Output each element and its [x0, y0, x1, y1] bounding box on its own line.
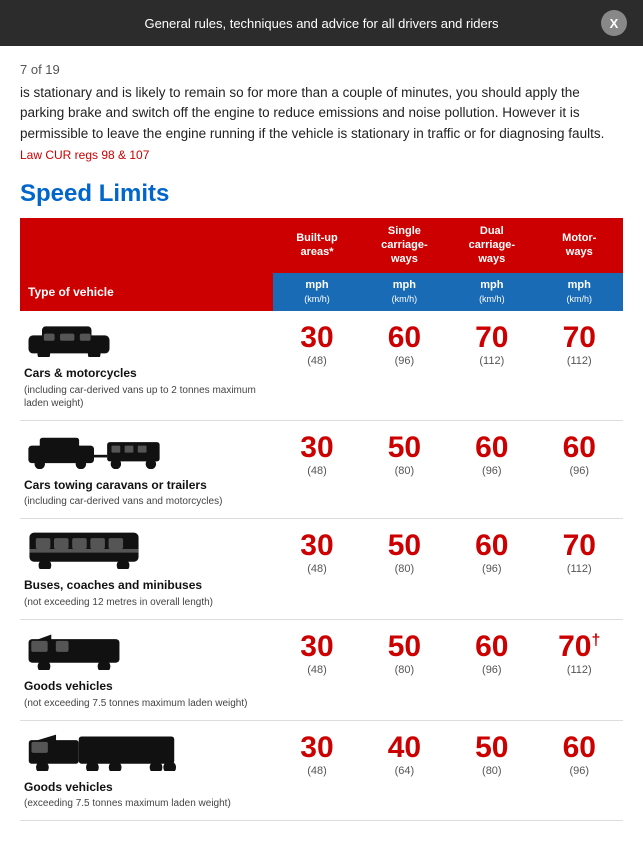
table-row: Cars towing caravans or trailers (includ… — [20, 420, 623, 519]
vehicle-name-3: Goods vehicles — [24, 679, 269, 695]
speed-motorway-4: 60 (96) — [536, 720, 623, 821]
speed-single-0: 60 (96) — [361, 311, 448, 420]
law-reference: Law CUR regs 98 & 107 — [20, 148, 623, 162]
vehicle-icon-2 — [24, 529, 269, 574]
speed-single-1: 50 (80) — [361, 420, 448, 519]
speed-motorway-2: 70 (112) — [536, 519, 623, 620]
col-header-motorway: Motor-ways — [536, 218, 623, 273]
table-row: Goods vehicles (not exceeding 7.5 tonnes… — [20, 620, 623, 721]
table-row: Cars & motorcycles (including car-derive… — [20, 311, 623, 420]
vehicle-icon-1 — [24, 431, 269, 474]
table-row: Goods vehicles (exceeding 7.5 tonnes max… — [20, 720, 623, 821]
vehicle-name-1: Cars towing caravans or trailers — [24, 478, 269, 494]
speed-dual-4: 50 (80) — [448, 720, 535, 821]
unit-motorway: mph(km/h) — [536, 273, 623, 312]
speed-motorway-0: 70 (112) — [536, 311, 623, 420]
unit-builtup: mph(km/h) — [273, 273, 360, 312]
intro-text: is stationary and is likely to remain so… — [20, 83, 623, 144]
vehicle-icon-0 — [24, 321, 269, 362]
vehicle-name-0: Cars & motorcycles — [24, 366, 269, 382]
vehicle-desc-0: (including car-derived vans up to 2 tonn… — [24, 384, 269, 410]
speed-builtup-2: 30 (48) — [273, 519, 360, 620]
speed-builtup-3: 30 (48) — [273, 620, 360, 721]
page-indicator: 7 of 19 — [20, 62, 623, 77]
vehicle-cell-2: Buses, coaches and minibuses (not exceed… — [20, 519, 273, 620]
vehicle-cell-3: Goods vehicles (not exceeding 7.5 tonnes… — [20, 620, 273, 721]
type-of-vehicle-label: Type of vehicle — [20, 273, 273, 312]
vehicle-name-2: Buses, coaches and minibuses — [24, 578, 269, 594]
speed-single-3: 50 (80) — [361, 620, 448, 721]
vehicle-desc-3: (not exceeding 7.5 tonnes maximum laden … — [24, 697, 269, 710]
col-header-dual: Dualcarriage-ways — [448, 218, 535, 273]
vehicle-cell-1: Cars towing caravans or trailers (includ… — [20, 420, 273, 519]
speed-dual-1: 60 (96) — [448, 420, 535, 519]
vehicle-icon-3 — [24, 630, 269, 675]
vehicle-desc-4: (exceeding 7.5 tonnes maximum laden weig… — [24, 797, 269, 810]
speed-single-2: 50 (80) — [361, 519, 448, 620]
vehicle-icon-4 — [24, 731, 269, 776]
unit-dual: mph(km/h) — [448, 273, 535, 312]
vehicle-desc-2: (not exceeding 12 metres in overall leng… — [24, 596, 269, 609]
vehicle-cell-4: Goods vehicles (exceeding 7.5 tonnes max… — [20, 720, 273, 821]
main-content: 7 of 19 is stationary and is likely to r… — [0, 46, 643, 860]
close-button[interactable]: X — [601, 10, 627, 36]
table-row: Buses, coaches and minibuses (not exceed… — [20, 519, 623, 620]
speed-table: Built-upareas* Singlecarriage-ways Dualc… — [20, 218, 623, 821]
speed-dual-2: 60 (96) — [448, 519, 535, 620]
vehicle-cell-0: Cars & motorcycles (including car-derive… — [20, 311, 273, 420]
col-header-single: Singlecarriage-ways — [361, 218, 448, 273]
speed-limits-section: Speed Limits Built-upareas* Singlecarria… — [20, 180, 623, 821]
column-header-row: Built-upareas* Singlecarriage-ways Dualc… — [20, 218, 623, 273]
col-header-vehicle — [20, 218, 273, 273]
speed-dual-3: 60 (96) — [448, 620, 535, 721]
vehicle-name-4: Goods vehicles — [24, 780, 269, 796]
speed-single-4: 40 (64) — [361, 720, 448, 821]
vehicle-desc-1: (including car-derived vans and motorcyc… — [24, 495, 269, 508]
header-title: General rules, techniques and advice for… — [42, 16, 601, 31]
speed-motorway-1: 60 (96) — [536, 420, 623, 519]
unit-header-row: Type of vehicle mph(km/h) mph(km/h) mph(… — [20, 273, 623, 312]
speed-motorway-3: 70† (112) — [536, 620, 623, 721]
col-header-builtup: Built-upareas* — [273, 218, 360, 273]
unit-single: mph(km/h) — [361, 273, 448, 312]
speed-builtup-4: 30 (48) — [273, 720, 360, 821]
header: General rules, techniques and advice for… — [0, 0, 643, 46]
speed-builtup-1: 30 (48) — [273, 420, 360, 519]
speed-dual-0: 70 (112) — [448, 311, 535, 420]
speed-limits-title: Speed Limits — [20, 180, 623, 208]
speed-builtup-0: 30 (48) — [273, 311, 360, 420]
